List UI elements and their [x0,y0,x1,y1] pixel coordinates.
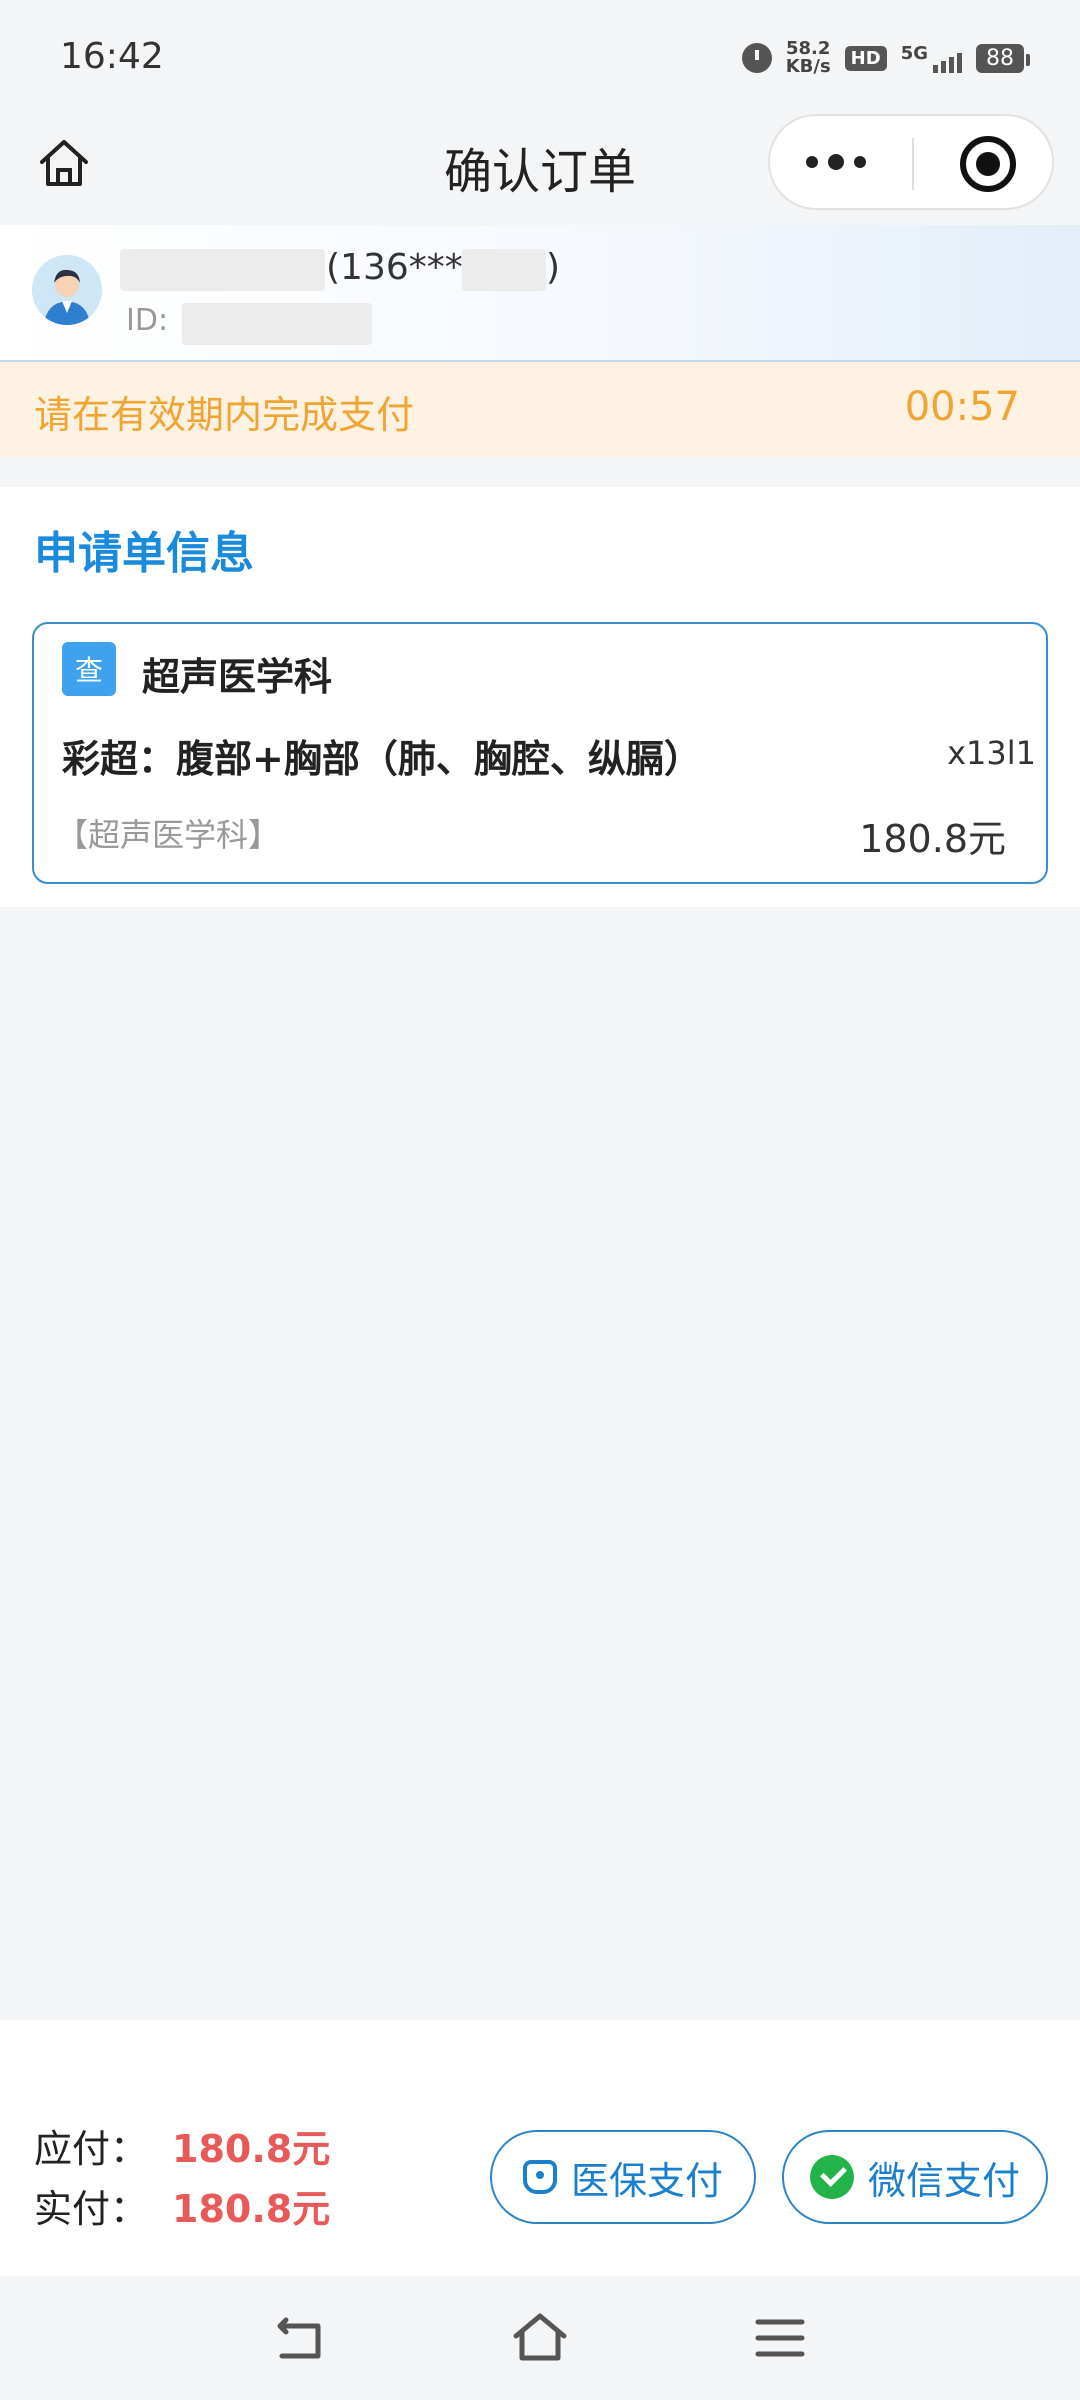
wechat-pay-icon [809,2155,854,2199]
nav-bar: 确认订单 [0,110,1080,225]
amount-due-label: 应付： [34,2127,149,2171]
miniprogram-capsule [768,114,1054,210]
alarm-icon [741,43,772,73]
amount-actual-value: 180.8元 [172,2187,331,2231]
avatar [32,255,102,325]
more-options-button[interactable] [806,154,866,170]
payment-notice-text: 请在有效期内完成支付 [34,393,415,437]
wechat-pay-button[interactable]: 微信支付 [782,2130,1048,2224]
system-menu-button[interactable] [752,2312,808,2364]
network-speed: 58.2 KB/s [786,40,831,76]
amount-due: 应付： 180.8元 [34,2118,330,2173]
status-indicators: 58.2 KB/s HD 5G 88 [741,40,1030,76]
exam-item-name: 彩超：腹部+胸部（肺、胸腔、纵膈） [62,737,702,781]
status-time: 16:42 [60,36,164,77]
status-bar: 16:42 58.2 KB/s HD 5G 88 [0,0,1080,110]
application-section: 申请单信息 查 超声医学科 彩超：腹部+胸部（肺、胸腔、纵膈） x13l1 【超… [0,487,1080,907]
insurance-pay-button[interactable]: 医保支付 [490,2130,756,2224]
more-dot-icon [806,156,818,168]
user-phone-suffix: ) [546,247,561,288]
exam-item-quantity: x13l1 [947,734,1036,772]
signal-icon: 5G [901,43,962,73]
user-phone-prefix: (136*** [326,247,463,288]
payment-notice: 请在有效期内完成支付 00:57 [0,362,1080,457]
user-name-redacted [120,249,325,291]
user-phone-redacted [462,249,546,291]
more-dot-icon [828,154,844,170]
exam-item-price: 180.8元 [859,817,1006,861]
more-dot-icon [854,156,866,168]
exam-badge-icon: 查 [62,642,116,696]
order-item-card[interactable]: 查 超声医学科 彩超：腹部+胸部（肺、胸腔、纵膈） x13l1 【超声医学科】 … [32,622,1048,884]
user-id-redacted [182,303,372,345]
capsule-divider [912,138,914,190]
signal-label: 5G [900,43,928,64]
department-name: 超声医学科 [142,655,333,699]
user-id-label: ID: [126,303,169,338]
payment-bar: 应付： 180.8元 实付： 180.8元 医保支付 微信支付 [0,2020,1080,2276]
amount-actual: 实付： 180.8元 [34,2178,330,2233]
menu-icon [755,2319,805,2357]
insurance-pay-label: 医保支付 [570,2158,723,2203]
user-avatar-icon [32,255,102,325]
payment-countdown: 00:57 [904,384,1020,430]
close-miniprogram-button[interactable] [960,136,1016,192]
system-nav-bar [0,2276,1080,2400]
system-back-button[interactable] [272,2312,328,2364]
user-card[interactable]: (136*** ) ID: [0,225,1080,362]
exam-item-department: 【超声医学科】 [56,816,281,854]
hd-icon: HD [844,45,887,71]
battery-icon: 88 [976,43,1030,73]
section-title: 申请单信息 [34,528,254,579]
network-speed-unit: KB/s [785,56,831,77]
amount-actual-label: 实付： [34,2187,149,2231]
system-home-button[interactable] [512,2312,568,2364]
wechat-pay-label: 微信支付 [867,2158,1020,2203]
insurance-shield-icon [522,2160,557,2194]
back-icon [277,2317,321,2359]
amount-due-value: 180.8元 [172,2127,331,2171]
home-outline-icon [513,2313,567,2361]
